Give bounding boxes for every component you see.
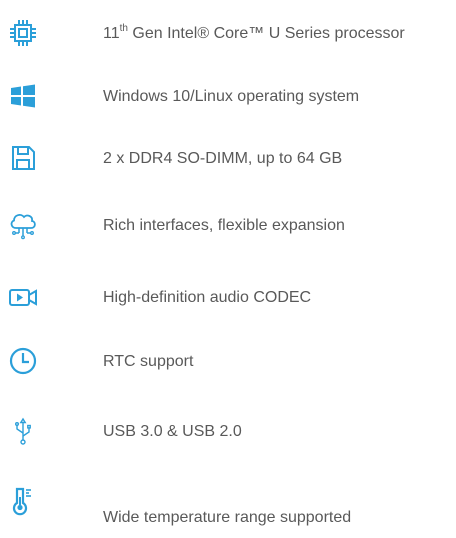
thermometer-icon — [8, 486, 38, 516]
feature-label: 11th Gen Intel® Core™ U Series processor — [103, 22, 405, 42]
video-camera-icon — [8, 282, 38, 312]
feature-item-processor: 11th Gen Intel® Core™ U Series processor — [0, 18, 456, 58]
cloud-network-icon — [8, 210, 38, 240]
feature-label: Windows 10/Linux operating system — [103, 88, 360, 105]
usb-icon — [8, 416, 38, 446]
feature-label: High-definition audio CODEC — [103, 289, 312, 306]
windows-logo-icon — [8, 81, 38, 111]
feature-label: 2 x DDR4 SO-DIMM, up to 64 GB — [103, 150, 343, 167]
feature-item-rtc: RTC support — [0, 346, 456, 386]
floppy-disk-icon — [8, 143, 38, 173]
feature-label: Rich interfaces, flexible expansion — [103, 217, 345, 234]
feature-label: USB 3.0 & USB 2.0 — [103, 423, 242, 440]
clock-icon — [8, 346, 38, 376]
feature-list: 11th Gen Intel® Core™ U Series processor… — [0, 0, 456, 538]
feature-item-memory: 2 x DDR4 SO-DIMM, up to 64 GB — [0, 143, 456, 183]
feature-item-interfaces: Rich interfaces, flexible expansion — [0, 210, 456, 250]
feature-item-temperature: Wide temperature range supported — [0, 486, 456, 526]
feature-label: RTC support — [103, 353, 194, 370]
feature-item-audio: High-definition audio CODEC — [0, 282, 456, 322]
feature-item-usb: USB 3.0 & USB 2.0 — [0, 416, 456, 456]
feature-label: Wide temperature range supported — [103, 509, 352, 526]
feature-item-os: Windows 10/Linux operating system — [0, 81, 456, 121]
processor-chip-icon — [8, 18, 38, 48]
